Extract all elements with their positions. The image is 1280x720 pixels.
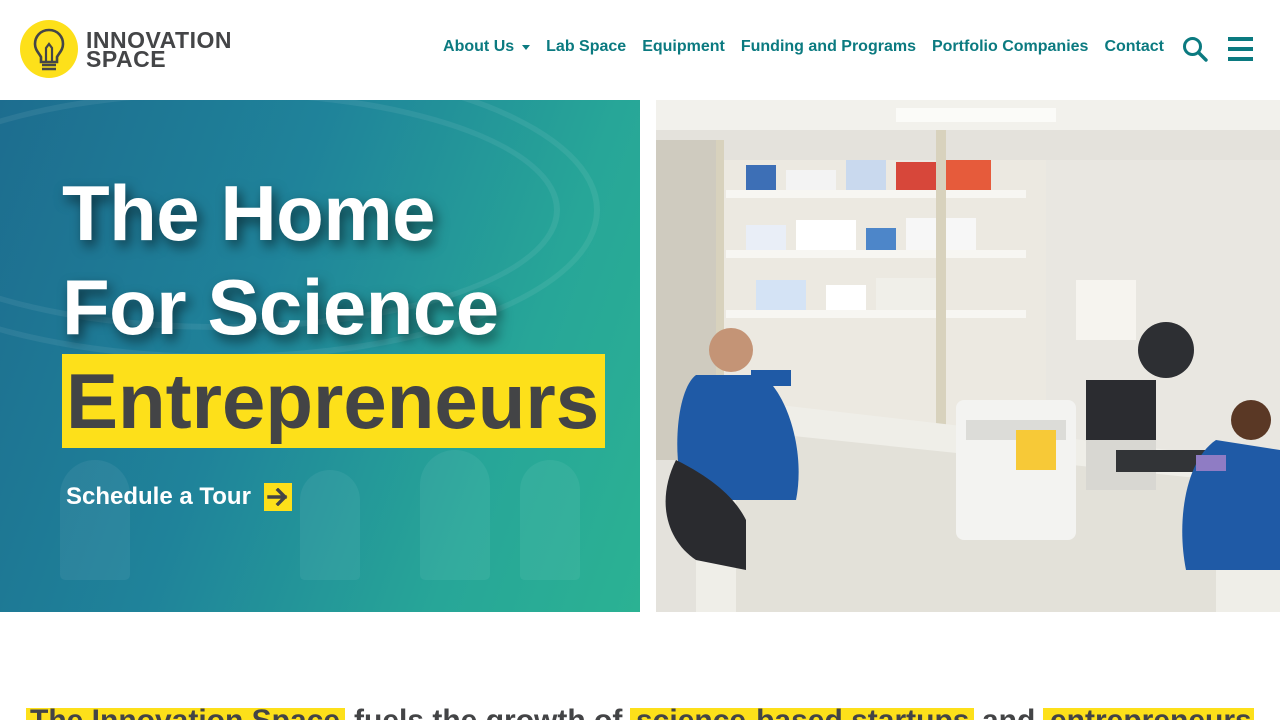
hero-title: The Home For Science Entrepreneurs [62,166,606,448]
hero-lab-image [656,100,1280,612]
schedule-tour-label: Schedule a Tour [66,483,251,510]
lab-photo-illustration [656,100,1280,612]
lightbulb-icon [20,20,78,78]
nav-contact[interactable]: Contact [1104,38,1164,56]
site-header: INNOVATION SPACE About Us Lab Space Equi… [0,0,1280,100]
intro-fragment-4: and [982,706,1035,720]
schedule-tour-link[interactable]: Schedule a Tour [66,483,292,511]
logo[interactable]: INNOVATION SPACE [20,20,232,78]
intro-fragment-1: The Innovation Space [30,706,340,720]
intro-fragment-3: science-based startups [636,706,969,720]
background-figure [520,460,580,580]
nav-lab-space[interactable]: Lab Space [546,38,626,56]
nav-equipment[interactable]: Equipment [642,38,725,56]
background-figure [60,460,130,580]
hero-panel: The Home For Science Entrepreneurs Sched… [0,100,640,612]
intro-statement: The Innovation Space fuels the growth of… [0,700,1280,720]
search-icon[interactable] [1182,36,1208,62]
hero-title-highlight: Entrepreneurs [62,354,606,448]
background-figure [300,470,360,580]
hamburger-menu-icon[interactable] [1228,37,1254,63]
chevron-down-icon [522,44,531,50]
hero-title-line2: For Science [62,263,499,351]
logo-wordmark: INNOVATION SPACE [86,28,232,70]
nav-funding-and-programs[interactable]: Funding and Programs [741,38,916,56]
main-nav: About Us Lab Space Equipment Funding and… [443,38,1164,56]
nav-about-us[interactable]: About Us [443,38,531,56]
arrow-right-icon [263,483,292,511]
intro-fragment-5: entrepreneurs [1050,706,1252,720]
intro-fragment-2: fuels the growth of [354,706,622,720]
nav-about-us-label: About Us [443,38,515,55]
background-figure [420,450,490,580]
nav-portfolio-companies[interactable]: Portfolio Companies [932,38,1088,56]
hero-title-line1: The Home [62,169,436,257]
